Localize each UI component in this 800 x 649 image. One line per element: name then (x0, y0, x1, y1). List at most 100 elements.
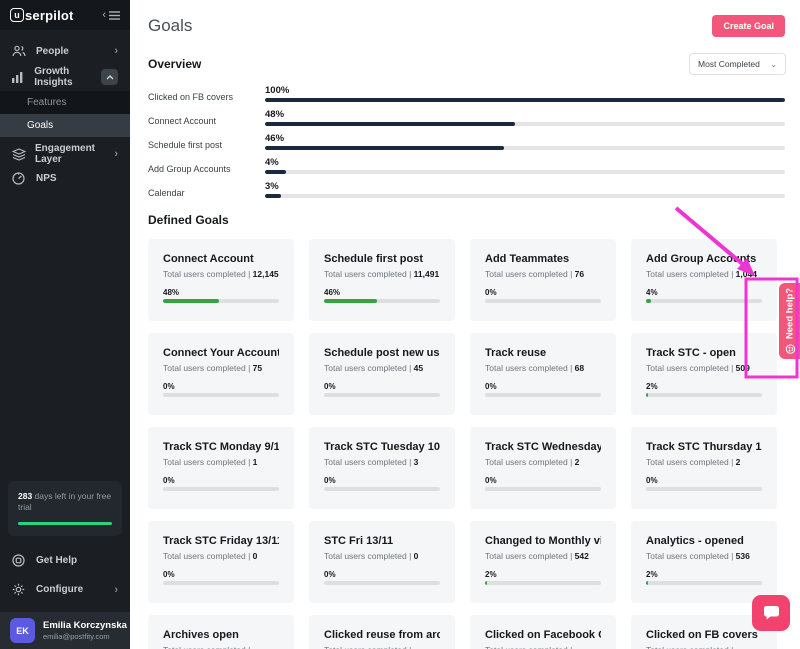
get-help-button[interactable]: Get Help (0, 548, 130, 573)
goal-card-track (163, 299, 279, 303)
sidebar-item-label: NPS (36, 173, 57, 184)
goal-separator: | (570, 457, 572, 467)
goal-card-pct: 0% (646, 476, 762, 485)
chat-launcher-button[interactable] (752, 595, 790, 631)
goal-card[interactable]: Track STC Monday 9/11 ... Total users co… (148, 427, 294, 509)
goal-card[interactable]: Changed to Monthly view Total users comp… (470, 521, 616, 603)
goal-card[interactable]: Analytics - opened Total users completed… (631, 521, 777, 603)
goal-card-subtitle: Total users completed | 509 (646, 363, 762, 373)
goal-total-label: Total users completed (646, 269, 729, 279)
user-menu[interactable]: EK Emilia Korczynska emilia@postfity.com… (0, 612, 130, 649)
goal-card-track (646, 487, 762, 491)
people-icon (12, 45, 27, 57)
goal-card[interactable]: Track STC Tuesday 10/1... Total users co… (309, 427, 455, 509)
sidebar-item-nps[interactable]: NPS (0, 166, 130, 190)
sidebar-item-goals[interactable]: Goals (0, 114, 130, 137)
goal-card-track (646, 393, 762, 397)
sort-dropdown[interactable]: Most Completed ⌄ (689, 53, 786, 75)
goal-total-value: 12,145 (253, 269, 279, 279)
layers-icon (12, 148, 26, 161)
main-content: Goals Create Goal Overview Most Complete… (130, 0, 800, 649)
goal-card-track (163, 487, 279, 491)
app-window: u serpilot ‹ People › (0, 0, 800, 649)
goal-card-track (324, 487, 440, 491)
goal-separator: | (570, 269, 572, 279)
collapse-section-button[interactable] (101, 69, 118, 85)
goal-card-track (163, 581, 279, 585)
overview-header: Overview Most Completed ⌄ (148, 53, 786, 75)
goal-total-value: 536 (736, 551, 750, 561)
goal-card-meter: 0% (324, 382, 440, 397)
chart-row-fill (265, 194, 281, 198)
goal-card[interactable]: Track STC Wednesday 1... Total users com… (470, 427, 616, 509)
goal-card[interactable]: Track STC Friday 13/11 ... Total users c… (148, 521, 294, 603)
goal-card[interactable]: Track STC Thursday 12/... Total users co… (631, 427, 777, 509)
chart-row-fill (265, 98, 785, 102)
goal-total-label: Total users completed (163, 645, 246, 649)
sort-dropdown-value: Most Completed (698, 59, 760, 69)
goal-card-subtitle: Total users completed | (324, 645, 440, 649)
goal-card-title: Track reuse (485, 347, 601, 359)
logo-bar: u serpilot ‹ (0, 0, 130, 30)
chart-row-value: 4% (265, 157, 785, 168)
gauge-icon (12, 172, 27, 185)
need-help-tab[interactable]: Need help? (779, 283, 800, 359)
goal-card-subtitle: Total users completed | 76 (485, 269, 601, 279)
logo-text: serpilot (25, 8, 74, 23)
goal-card[interactable]: Add Teammates Total users completed | 76… (470, 239, 616, 321)
goal-card-meter: 0% (646, 476, 762, 491)
goal-total-value: 542 (575, 551, 589, 561)
configure-button[interactable]: Configure › (0, 577, 130, 602)
goal-card[interactable]: STC Fri 13/11 Total users completed | 0 … (309, 521, 455, 603)
goal-card[interactable]: Connect Your Accounts N... Total users c… (148, 333, 294, 415)
need-help-inner: Need help? (784, 288, 795, 354)
goal-card-pct: 0% (163, 382, 279, 391)
defined-goals-heading: Defined Goals (148, 213, 800, 227)
goal-card[interactable]: Connect Account Total users completed | … (148, 239, 294, 321)
goal-separator: | (731, 363, 733, 373)
chart-bar-wrap: 48% (265, 109, 785, 126)
chevron-down-icon: ⌄ (770, 60, 777, 69)
chat-bubble-icon (763, 605, 780, 621)
goal-card[interactable]: Archives open Total users completed | (148, 615, 294, 649)
goal-card-meter: 46% (324, 288, 440, 303)
sidebar-item-features[interactable]: Features (0, 91, 130, 114)
goal-total-label: Total users completed (485, 551, 568, 561)
sidebar-item-engagement-layer[interactable]: Engagement Layer › (0, 142, 130, 166)
goal-card[interactable]: Track reuse Total users completed | 68 0… (470, 333, 616, 415)
goal-total-value: 509 (736, 363, 750, 373)
goal-total-value: 2 (575, 457, 580, 467)
create-goal-button[interactable]: Create Goal (712, 15, 785, 37)
goal-card-pct: 0% (324, 570, 440, 579)
goal-card[interactable]: Schedule post new users Total users comp… (309, 333, 455, 415)
goal-total-value: 0 (414, 551, 419, 561)
goal-card-track (324, 581, 440, 585)
goal-total-label: Total users completed (646, 645, 729, 649)
goal-card-pct: 48% (163, 288, 279, 297)
sidebar-nav: People › Growth Insights Features Goals (0, 39, 130, 190)
goal-card-title: Clicked reuse from archi... (324, 629, 440, 641)
goal-card[interactable]: Clicked on Facebook Cov... Total users c… (470, 615, 616, 649)
goal-card-subtitle: Total users completed | 12,145 (163, 269, 279, 279)
chart-bar-wrap: 3% (265, 181, 785, 198)
goal-card-title: Schedule post new users (324, 347, 440, 359)
sidebar: u serpilot ‹ People › (0, 0, 130, 649)
goal-total-label: Total users completed (324, 551, 407, 561)
goal-card[interactable]: Schedule first post Total users complete… (309, 239, 455, 321)
need-help-label: Need help? (784, 288, 795, 339)
goal-card[interactable]: Track STC - open Total users completed |… (631, 333, 777, 415)
goal-card-title: Connect Account (163, 253, 279, 265)
goal-card[interactable]: Clicked reuse from archi... Total users … (309, 615, 455, 649)
goal-total-value: 76 (575, 269, 584, 279)
sidebar-collapse-button[interactable]: ‹ (102, 10, 120, 21)
goal-card-title: Track STC Tuesday 10/1... (324, 441, 440, 453)
goal-card-subtitle: Total users completed | 68 (485, 363, 601, 373)
trial-label: days left in your free trial (18, 491, 111, 512)
goal-separator: | (570, 363, 572, 373)
user-name: Emilia Korczynska (43, 620, 127, 631)
goal-card-title: Archives open (163, 629, 279, 641)
goal-card[interactable]: Add Group Accounts Total users completed… (631, 239, 777, 321)
chart-row-value: 46% (265, 133, 785, 144)
sidebar-item-growth-insights[interactable]: Growth Insights (0, 63, 130, 91)
sidebar-item-people[interactable]: People › (0, 39, 130, 63)
